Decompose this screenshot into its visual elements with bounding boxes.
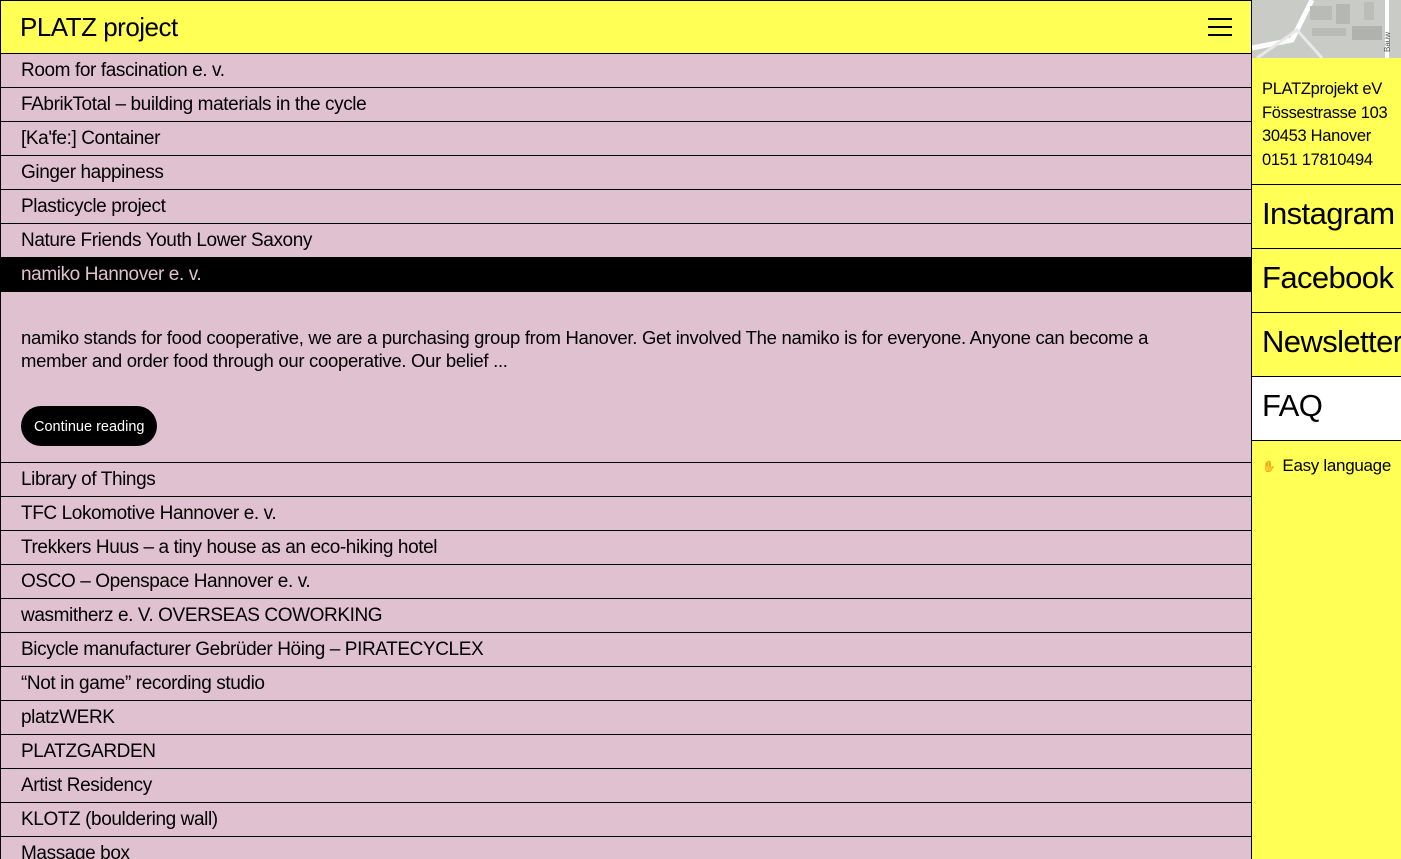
list-item-active[interactable]: namiko Hannover e. v. xyxy=(0,258,1251,292)
facebook-link[interactable]: Facebook xyxy=(1252,249,1401,313)
list-item[interactable]: PLATZGARDEN xyxy=(0,735,1251,769)
faq-link[interactable]: FAQ xyxy=(1252,377,1401,441)
instagram-link[interactable]: Instagram xyxy=(1252,185,1401,249)
hand-icon: ✋ xyxy=(1262,460,1276,473)
map-image: Bauw xyxy=(1252,0,1401,58)
list-item[interactable]: Ginger happiness xyxy=(0,156,1251,190)
address-line: 30453 Hanover xyxy=(1262,127,1371,145)
phone-number[interactable]: 0151 17810494 xyxy=(1262,149,1401,173)
list-item[interactable]: Bicycle manufacturer Gebrüder Höing – PI… xyxy=(0,633,1251,667)
map-street-label: Bauw xyxy=(1383,32,1392,52)
list-item[interactable]: Artist Residency xyxy=(0,769,1251,803)
sidebar: Bauw PLATZprojekt eV Fössestrasse 103 30… xyxy=(1252,0,1401,859)
list-item[interactable]: OSCO – Openspace Hannover e. v. xyxy=(0,565,1251,599)
easy-language-link[interactable]: ✋ Easy language xyxy=(1252,441,1401,476)
list-item[interactable]: platzWERK xyxy=(0,701,1251,735)
list-item[interactable]: Plasticycle project xyxy=(0,190,1251,224)
project-list-panel: PLATZ project Room for fascination e. v.… xyxy=(0,0,1252,859)
map-thumbnail[interactable]: Bauw xyxy=(1252,0,1401,58)
list-item[interactable]: Room for fascination e. v. xyxy=(0,54,1251,88)
hamburger-menu-icon[interactable] xyxy=(1208,17,1232,37)
list-item[interactable]: FAbrikTotal – building materials in the … xyxy=(0,88,1251,122)
list-item[interactable]: Massage box xyxy=(0,837,1251,859)
header: PLATZ project xyxy=(0,0,1251,54)
list-item[interactable]: TFC Lokomotive Hannover e. v. xyxy=(0,497,1251,531)
list-item[interactable]: Nature Friends Youth Lower Saxony xyxy=(0,224,1251,258)
list-item[interactable]: Library of Things xyxy=(0,463,1251,497)
list-item[interactable]: [Ka'fe:] Container xyxy=(0,122,1251,156)
list-item[interactable]: wasmitherz e. V. OVERSEAS COWORKING xyxy=(0,599,1251,633)
address-line: PLATZprojekt eV xyxy=(1262,80,1382,98)
easy-language-label: Easy language xyxy=(1282,456,1391,475)
site-title[interactable]: PLATZ project xyxy=(20,12,178,43)
list-item[interactable]: KLOTZ (bouldering wall) xyxy=(0,803,1251,837)
expanded-entry: namiko stands for food cooperative, we a… xyxy=(0,292,1251,463)
list-item[interactable]: Trekkers Huus – a tiny house as an eco-h… xyxy=(0,531,1251,565)
continue-reading-button[interactable]: Continue reading xyxy=(21,406,158,446)
list-item[interactable]: “Not in game” recording studio xyxy=(0,667,1251,701)
address-line: Fössestrasse 103 xyxy=(1262,103,1388,122)
newsletter-link[interactable]: Newsletter xyxy=(1252,313,1401,377)
address-block: PLATZprojekt eV Fössestrasse 103 30453 H… xyxy=(1252,58,1401,185)
entry-excerpt: namiko stands for food cooperative, we a… xyxy=(21,327,1149,371)
